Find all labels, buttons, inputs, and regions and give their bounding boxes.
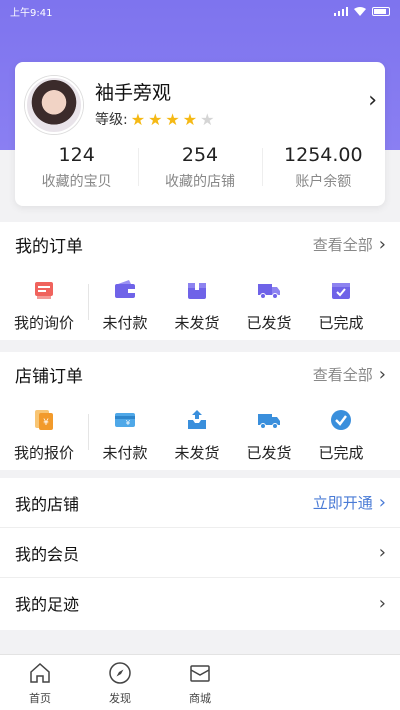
profile-stats: 124 收藏的宝贝 254 收藏的店铺 1254.00 账户余额 xyxy=(15,142,385,191)
star-icon: ★ xyxy=(182,109,198,129)
shop-orders-card: 店铺订单 查看全部 › ¥ 我的报价 ¥ 未付款 未发货 已发货 已完成 xyxy=(0,352,400,470)
mall-icon xyxy=(190,665,210,682)
completed-box-icon xyxy=(332,283,350,299)
inquiry-icon xyxy=(35,282,53,299)
tab-home[interactable]: 首页 xyxy=(0,655,80,710)
order-unshipped[interactable]: 未发货 xyxy=(161,270,233,333)
my-footprints-row[interactable]: 我的足迹 › xyxy=(0,578,400,628)
package-icon xyxy=(188,283,206,299)
chevron-right-icon: › xyxy=(378,592,386,614)
my-orders-card: 我的订单 查看全部 › 我的询价 未付款 未发货 已发货 已完成 xyxy=(0,222,400,340)
star-empty-icon: ★ xyxy=(200,109,215,129)
chevron-right-icon: › xyxy=(378,492,386,513)
shop-completed[interactable]: 已完成 xyxy=(305,400,377,463)
chevron-right-icon: › xyxy=(378,233,386,255)
wallet-icon xyxy=(115,280,135,298)
avatar[interactable] xyxy=(25,76,83,134)
svg-text:¥: ¥ xyxy=(43,418,49,428)
order-inquiry[interactable]: 我的询价 xyxy=(0,270,88,333)
bottom-tab-bar: 首页 发现 商城 xyxy=(0,654,400,710)
status-time: 上午9:41 xyxy=(10,7,53,19)
wifi-icon xyxy=(354,6,366,16)
shop-orders-view-all[interactable]: 查看全部 › xyxy=(313,364,386,385)
star-icon: ★ xyxy=(130,109,146,129)
star-icon: ★ xyxy=(148,109,163,129)
user-level: 等级: ★ ★ ★ ★ ★ xyxy=(95,109,214,129)
chevron-right-icon: › xyxy=(378,542,386,563)
stat-favorite-shops[interactable]: 254 收藏的店铺 xyxy=(138,142,261,191)
battery-icon xyxy=(372,6,390,16)
shop-unshipped[interactable]: 未发货 xyxy=(161,400,233,463)
star-icon: ★ xyxy=(165,109,180,129)
shop-orders-title: 店铺订单 xyxy=(15,366,83,387)
card-icon: ¥ xyxy=(115,413,135,427)
tab-discover[interactable]: 发现 xyxy=(80,655,160,710)
open-shop-link[interactable]: 立即开通 › xyxy=(313,492,386,513)
level-label: 等级: xyxy=(95,112,128,128)
quote-icon: ¥ xyxy=(35,410,53,430)
chevron-right-icon[interactable]: › xyxy=(368,88,377,113)
chevron-right-icon: › xyxy=(378,363,386,385)
my-shop-row[interactable]: 我的店铺 立即开通 › xyxy=(0,478,400,528)
svg-text:¥: ¥ xyxy=(126,419,131,427)
compass-icon xyxy=(109,662,131,684)
truck-icon xyxy=(258,414,280,429)
order-unpaid[interactable]: 未付款 xyxy=(89,270,161,333)
outbox-icon xyxy=(188,410,206,429)
truck-icon xyxy=(258,284,280,299)
check-circle-icon xyxy=(331,410,351,430)
signal-icon xyxy=(334,6,348,16)
order-shipped[interactable]: 已发货 xyxy=(233,270,305,333)
my-orders-view-all[interactable]: 查看全部 › xyxy=(313,234,386,255)
status-bar: 上午9:41 xyxy=(0,0,400,22)
menu-list: 我的店铺 立即开通 › 我的会员 › 我的足迹 › xyxy=(0,478,400,630)
my-orders-title: 我的订单 xyxy=(15,236,83,257)
my-orders-header: 我的订单 查看全部 › xyxy=(0,222,400,266)
stat-favorite-items[interactable]: 124 收藏的宝贝 xyxy=(15,142,138,191)
my-members-row[interactable]: 我的会员 › xyxy=(0,528,400,578)
home-icon xyxy=(30,662,50,683)
shop-quote[interactable]: ¥ 我的报价 xyxy=(0,400,88,463)
shop-unpaid[interactable]: ¥ 未付款 xyxy=(89,400,161,463)
order-completed[interactable]: 已完成 xyxy=(305,270,377,333)
shop-orders-header: 店铺订单 查看全部 › xyxy=(0,352,400,396)
stat-account-balance[interactable]: 1254.00 账户余额 xyxy=(261,142,385,191)
profile-card[interactable]: 袖手旁观 等级: ★ ★ ★ ★ ★ › 124 收藏的宝贝 254 收藏的店铺… xyxy=(15,62,385,206)
shop-shipped[interactable]: 已发货 xyxy=(233,400,305,463)
tab-mall[interactable]: 商城 xyxy=(160,655,240,710)
username: 袖手旁观 xyxy=(95,82,172,104)
